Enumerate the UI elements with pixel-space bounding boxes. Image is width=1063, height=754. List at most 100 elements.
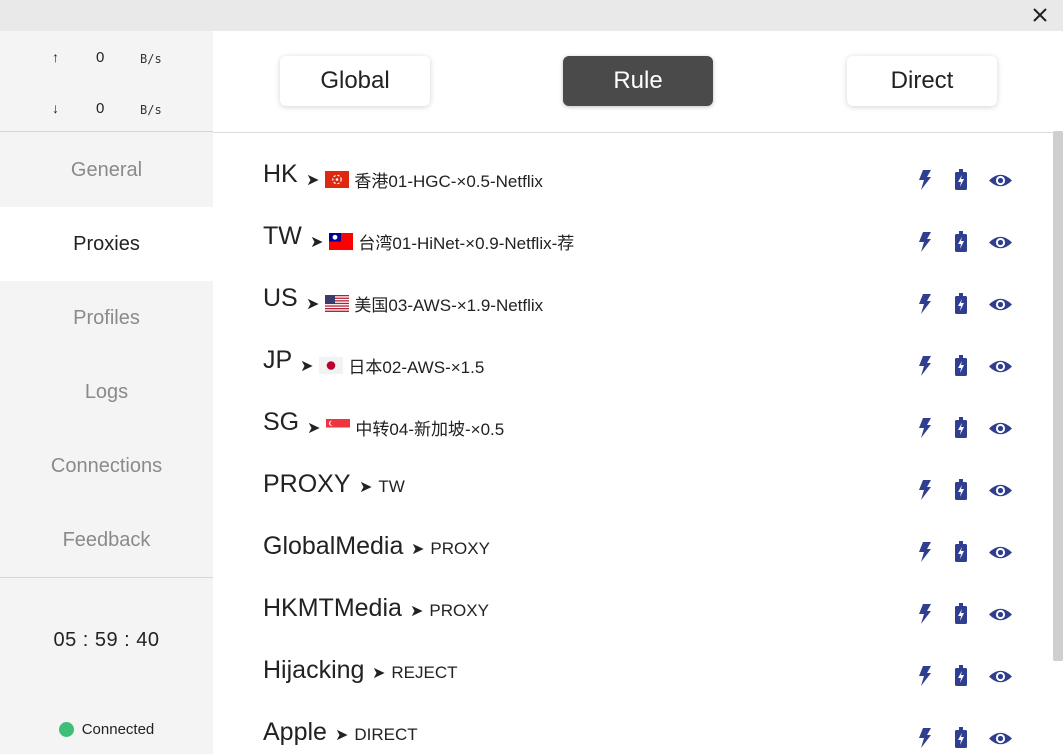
row-actions — [918, 479, 1013, 501]
traffic-panel: ↑ 0 B/s ↓ 0 B/s — [0, 31, 213, 132]
proxy-selected[interactable]: ➤ 台湾01-HiNet-×0.9-Netflix-荐 — [310, 229, 574, 254]
proxy-selected-label: TW — [378, 477, 405, 496]
proxy-selected-label: 日本02-AWS-×1.5 — [348, 358, 485, 377]
arrow-right-icon: ➤ — [310, 233, 324, 251]
battery-bolt-icon[interactable] — [954, 355, 968, 377]
battery-bolt-icon[interactable] — [954, 231, 968, 253]
proxy-group-name: JP — [263, 346, 293, 374]
proxy-group-row[interactable]: SG ➤ 中转04-新加坡-×0.5 — [263, 382, 1023, 444]
proxy-selected[interactable]: ➤ 香港01-HGC-×0.5-Netflix — [306, 167, 543, 192]
eye-icon[interactable] — [988, 668, 1013, 685]
row-actions — [918, 355, 1013, 377]
row-actions — [918, 541, 1013, 563]
close-icon[interactable] — [1029, 4, 1051, 26]
proxy-group-row[interactable]: HKMTMedia ➤ PROXY — [263, 568, 1023, 630]
sidebar-item-profiles[interactable]: Profiles — [0, 281, 213, 355]
proxy-selected[interactable]: ➤ 日本02-AWS-×1.5 — [300, 353, 484, 378]
mode-global-button[interactable]: Global — [280, 56, 430, 106]
proxy-group-name: TW — [263, 222, 302, 250]
download-unit: B/s — [140, 103, 162, 117]
row-actions — [918, 293, 1013, 315]
arrow-right-icon: ➤ — [359, 479, 373, 496]
proxy-selected[interactable]: ➤ 中转04-新加坡-×0.5 — [307, 415, 504, 440]
mode-direct-button[interactable]: Direct — [847, 56, 997, 106]
proxy-selected[interactable]: ➤ REJECT — [372, 663, 458, 683]
eye-icon[interactable] — [988, 730, 1013, 747]
proxy-group-row[interactable]: JP ➤ 日本02-AWS-×1.5 — [263, 320, 1023, 382]
proxy-group-name: Hijacking — [263, 656, 365, 684]
download-arrow-icon: ↓ — [52, 100, 59, 116]
row-actions — [918, 727, 1013, 749]
scrollbar[interactable] — [1053, 131, 1063, 661]
proxy-group-name: PROXY — [263, 470, 351, 498]
battery-bolt-icon[interactable] — [954, 479, 968, 501]
proxy-selected-label: PROXY — [429, 601, 489, 620]
sidebar: ↑ 0 B/s ↓ 0 B/s General Proxies Profiles… — [0, 31, 213, 754]
battery-bolt-icon[interactable] — [954, 603, 968, 625]
mode-rule-button[interactable]: Rule — [563, 56, 713, 106]
battery-bolt-icon[interactable] — [954, 169, 968, 191]
proxy-selected[interactable]: ➤ 美国03-AWS-×1.9-Netflix — [306, 291, 543, 316]
lightning-icon[interactable] — [918, 293, 932, 315]
sidebar-item-feedback[interactable]: Feedback — [0, 503, 213, 577]
proxy-selected-label: 台湾01-HiNet-×0.9-Netflix-荐 — [358, 234, 575, 253]
lightning-icon[interactable] — [918, 665, 932, 687]
lightning-icon[interactable] — [918, 603, 932, 625]
battery-bolt-icon[interactable] — [954, 293, 968, 315]
eye-icon[interactable] — [988, 606, 1013, 623]
proxy-group-name: HKMTMedia — [263, 594, 402, 622]
upload-speed: ↑ 0 B/s — [0, 49, 213, 69]
lightning-icon[interactable] — [918, 231, 932, 253]
proxy-group-row[interactable]: HK ➤ 香港01-HGC-×0.5-Netflix — [263, 134, 1023, 196]
sidebar-item-connections[interactable]: Connections — [0, 429, 213, 503]
proxy-group-row[interactable]: US ➤ 美国03-AWS-×1.9-Netflix — [263, 258, 1023, 320]
arrow-right-icon: ➤ — [411, 541, 425, 558]
battery-bolt-icon[interactable] — [954, 417, 968, 439]
lightning-icon[interactable] — [918, 541, 932, 563]
battery-bolt-icon[interactable] — [954, 727, 968, 749]
proxy-group-row[interactable]: Apple ➤ DIRECT — [263, 692, 1023, 754]
proxy-group-name: SG — [263, 408, 300, 436]
eye-icon[interactable] — [988, 358, 1013, 375]
proxy-selected-label: DIRECT — [354, 725, 418, 744]
proxy-selected[interactable]: ➤ TW — [359, 477, 405, 497]
proxy-selected-label: 中转04-新加坡-×0.5 — [355, 420, 505, 439]
lightning-icon[interactable] — [918, 727, 932, 749]
eye-icon[interactable] — [988, 172, 1013, 189]
proxy-selected[interactable]: ➤ PROXY — [411, 539, 490, 559]
upload-arrow-icon: ↑ — [52, 49, 59, 65]
proxy-group-name: US — [263, 284, 298, 312]
lightning-icon[interactable] — [918, 355, 932, 377]
flag-sg-icon — [326, 419, 351, 436]
eye-icon[interactable] — [988, 482, 1013, 499]
proxy-group-list: HK ➤ 香港01-HGC-×0.5-Netflix TW ➤ 台湾01-HiNet-×0… — [213, 134, 1063, 754]
sidebar-item-logs[interactable]: Logs — [0, 355, 213, 429]
proxy-group-row[interactable]: Hijacking ➤ REJECT — [263, 630, 1023, 692]
upload-unit: B/s — [140, 52, 162, 66]
download-value: 0 — [96, 100, 105, 117]
proxy-selected-label: PROXY — [430, 539, 490, 558]
eye-icon[interactable] — [988, 234, 1013, 251]
arrow-right-icon: ➤ — [410, 603, 424, 620]
proxy-group-row[interactable]: TW ➤ 台湾01-HiNet-×0.9-Netflix-荐 — [263, 196, 1023, 258]
main-panel: Global Rule Direct HK ➤ 香港01-HGC-×0.5-Netf… — [213, 31, 1063, 754]
proxy-group-row[interactable]: PROXY ➤ TW — [263, 444, 1023, 506]
proxy-group-row[interactable]: GlobalMedia ➤ PROXY — [263, 506, 1023, 568]
upload-value: 0 — [96, 49, 105, 66]
lightning-icon[interactable] — [918, 417, 932, 439]
proxy-selected[interactable]: ➤ DIRECT — [335, 725, 418, 745]
uptime-timer: 05 : 59 : 40 — [53, 629, 160, 651]
eye-icon[interactable] — [988, 420, 1013, 437]
lightning-icon[interactable] — [918, 479, 932, 501]
battery-bolt-icon[interactable] — [954, 541, 968, 563]
sidebar-item-proxies[interactable]: Proxies — [0, 207, 213, 281]
sidebar-item-general[interactable]: General — [0, 133, 213, 207]
proxy-selected-label: 香港01-HGC-×0.5-Netflix — [354, 172, 543, 191]
proxy-selected[interactable]: ➤ PROXY — [410, 601, 489, 621]
arrow-right-icon: ➤ — [335, 727, 349, 744]
battery-bolt-icon[interactable] — [954, 665, 968, 687]
sidebar-nav: General Proxies Profiles Logs Connection… — [0, 133, 213, 577]
eye-icon[interactable] — [988, 544, 1013, 561]
lightning-icon[interactable] — [918, 169, 932, 191]
eye-icon[interactable] — [988, 296, 1013, 313]
